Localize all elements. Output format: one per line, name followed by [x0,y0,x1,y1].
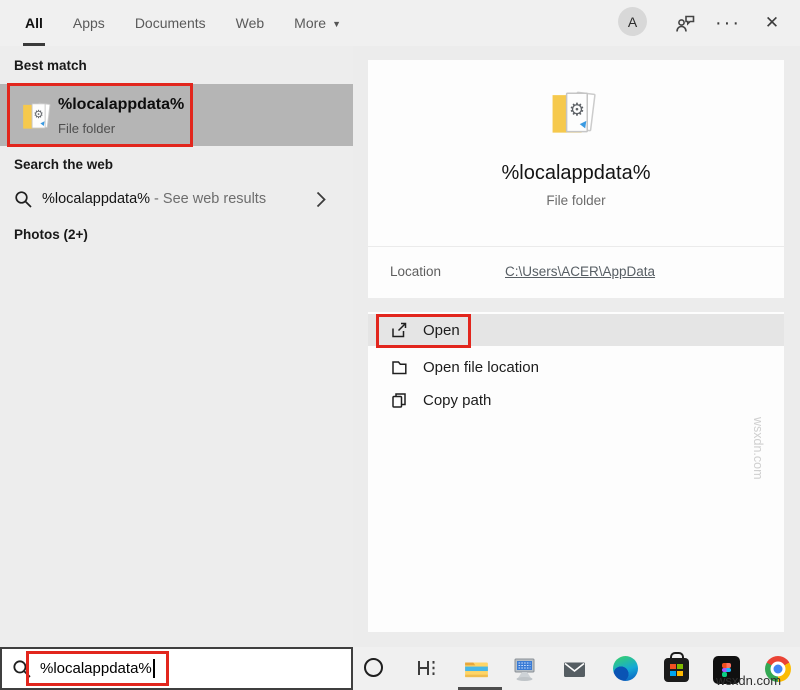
actions-card: Open Open file location Copy path [368,312,784,632]
location-card: Location C:\Users\ACER\AppData [368,247,784,298]
file-explorer-icon[interactable] [463,656,490,682]
preview-subtitle: File folder [368,193,784,208]
preview-header-card: %localappdata% File folder [368,60,784,247]
feedback-icon[interactable] [672,0,698,46]
preview-panel: %localappdata% File folder Location C:\U… [353,46,800,647]
search-web-heading: Search the web [14,157,113,172]
chevron-right-icon[interactable] [316,191,327,208]
action-open-label: Open [423,322,460,339]
folder-gear-icon-large [546,81,606,141]
action-copy-path[interactable]: Copy path [368,384,784,416]
search-filter-tabbar: All Apps Documents Web More▼ A ··· ✕ [0,0,800,47]
search-icon [12,659,31,678]
search-input-value: %localappdata% [40,660,152,677]
best-match-title: %localappdata% [58,96,184,114]
tab-all[interactable]: All [25,0,43,46]
cortana-icon[interactable] [364,658,383,677]
location-label: Location [390,264,441,279]
tab-web[interactable]: Web [236,0,265,46]
store-logo [670,664,683,676]
close-icon[interactable]: ✕ [758,0,786,46]
preview-title: %localappdata% [368,162,784,185]
text-caret [153,659,155,678]
task-view-icon[interactable] [414,656,438,680]
search-icon [14,190,32,208]
microsoft-store-icon[interactable] [664,658,689,682]
best-match-result[interactable]: %localappdata% File folder [0,84,353,146]
web-search-result[interactable]: %localappdata% - See web results [0,181,353,218]
location-link[interactable]: C:\Users\ACER\AppData [505,264,655,279]
action-open[interactable]: Open [368,314,784,346]
user-avatar[interactable]: A [618,7,647,36]
watermark-vertical: wsxdn.com [751,417,765,480]
results-panel: Best match %localappdata% File folder Se… [0,46,353,647]
tab-more[interactable]: More▼ [294,0,341,46]
action-open-file-location-label: Open file location [423,359,539,376]
best-match-heading: Best match [14,58,87,73]
chevron-down-icon: ▼ [332,19,341,29]
folder-gear-icon [19,96,57,134]
tab-documents[interactable]: Documents [135,0,206,46]
photos-heading: Photos (2+) [14,227,88,242]
folder-location-icon [390,358,408,376]
mail-icon[interactable] [562,658,587,682]
open-launch-icon [390,321,408,339]
action-copy-path-label: Copy path [423,392,491,409]
tab-apps[interactable]: Apps [73,0,105,46]
best-match-subtitle: File folder [58,121,115,136]
web-search-text: %localappdata% - See web results [42,181,266,218]
action-open-file-location[interactable]: Open file location [368,351,784,383]
copy-icon [390,391,408,409]
windows-search-flyout: All Apps Documents Web More▼ A ··· ✕ Bes… [0,0,800,690]
keyboard-app-icon[interactable] [511,656,538,683]
search-input[interactable]: %localappdata% [0,647,353,690]
edge-icon[interactable] [613,656,638,681]
watermark-bottom: wsxdn.com [716,673,781,688]
